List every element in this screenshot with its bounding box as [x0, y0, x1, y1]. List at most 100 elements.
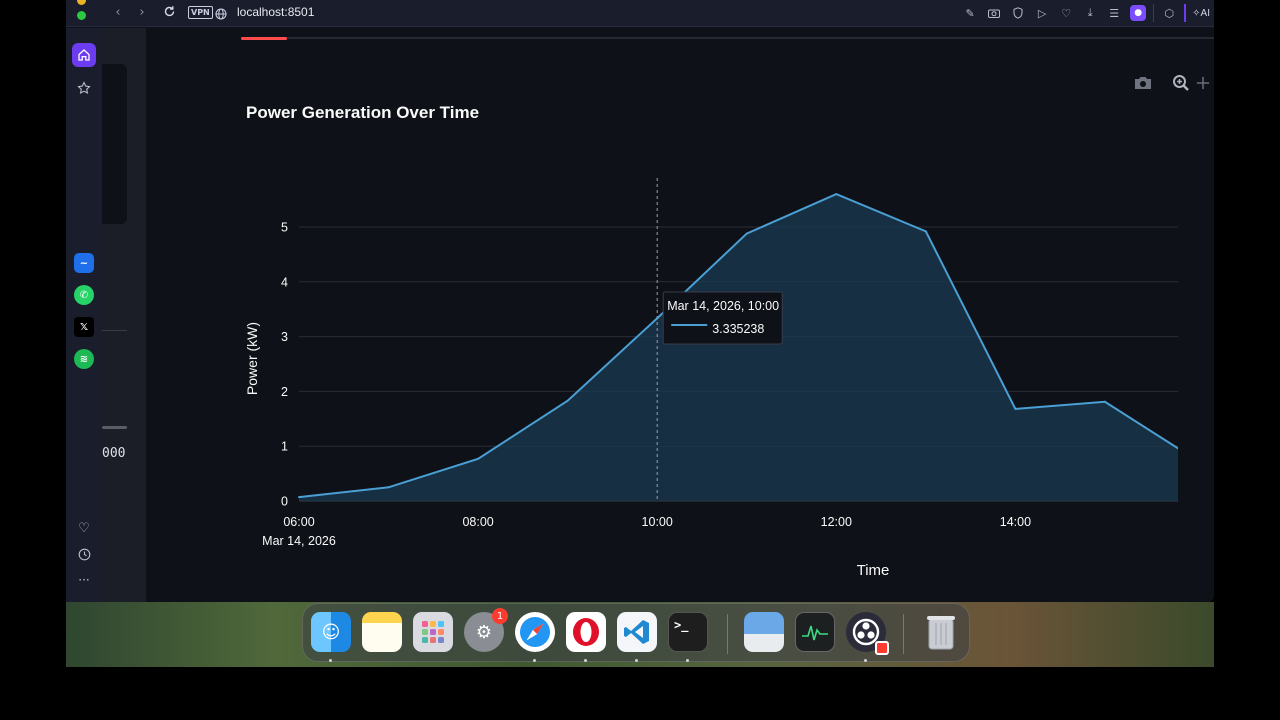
- globe-icon: [215, 5, 227, 20]
- data-point: [1103, 400, 1106, 403]
- screen: ‹ › VPN localhost:8501 ✎ ▷ ♡ ⤓ ☰ ● ⬡ ✧AI…: [0, 0, 1280, 720]
- running-indicator: [533, 659, 536, 662]
- home-icon: [78, 49, 90, 61]
- profile-icon[interactable]: ●: [1130, 5, 1147, 21]
- toolbar-icons: ✎ ▷ ♡ ⤓ ☰ ● ⬡ ✧AI: [958, 3, 1210, 23]
- pan-icon[interactable]: [1196, 72, 1210, 94]
- toolbar-divider: [1153, 4, 1155, 22]
- y-tick-label: 3: [281, 330, 288, 344]
- data-point: [477, 457, 480, 460]
- x-tick-label: 06:00: [283, 515, 314, 529]
- sidebar-item-spotify[interactable]: ≋: [72, 347, 96, 371]
- y-tick-label: 4: [281, 275, 288, 289]
- minimize-button[interactable]: [77, 0, 86, 5]
- sidebar-item-whatsapp[interactable]: ✆: [72, 283, 96, 307]
- vscode-icon[interactable]: [617, 612, 657, 652]
- macos-dock-area: ☺ ⚙ 1 >_: [66, 602, 1214, 667]
- data-point: [924, 230, 927, 233]
- sidebar-item-favorites[interactable]: [72, 76, 96, 100]
- more-icon: ···: [78, 573, 90, 587]
- ai-label: AI: [1200, 7, 1210, 19]
- dock-divider: [727, 614, 728, 654]
- address-bar[interactable]: localhost:8501: [237, 5, 314, 19]
- download-icon[interactable]: ⤓: [1078, 3, 1102, 23]
- y-axis-ticks: 0 1 2 3 4 5: [281, 221, 288, 509]
- toolbar-accent-divider: [1184, 4, 1187, 22]
- sidebar-item-history[interactable]: [72, 542, 96, 566]
- zoom-button[interactable]: [77, 11, 86, 20]
- data-point: [835, 193, 838, 196]
- camera-icon[interactable]: [982, 3, 1006, 23]
- browser-window: ‹ › VPN localhost:8501 ✎ ▷ ♡ ⤓ ☰ ● ⬡ ✧AI…: [66, 0, 1214, 602]
- safari-icon[interactable]: [515, 612, 555, 652]
- trash-icon[interactable]: [921, 612, 961, 652]
- play-icon[interactable]: ▷: [1030, 3, 1054, 23]
- spotify-icon: ≋: [74, 349, 94, 369]
- preview-icon[interactable]: [744, 612, 784, 652]
- edit-icon[interactable]: ✎: [958, 3, 982, 23]
- x-tick-label: 14:00: [1000, 515, 1031, 529]
- running-indicator: [329, 659, 332, 662]
- running-indicator: [686, 659, 689, 662]
- notification-badge: 1: [492, 608, 508, 624]
- opera-icon[interactable]: [566, 612, 606, 652]
- y-tick-label: 0: [281, 495, 288, 509]
- terminal-icon[interactable]: >_: [668, 612, 708, 652]
- reload-icon[interactable]: [161, 5, 177, 21]
- running-indicator: [635, 659, 638, 662]
- running-indicator: [584, 659, 587, 662]
- x-tick-label: 10:00: [642, 515, 673, 529]
- vpn-badge[interactable]: VPN: [188, 6, 213, 19]
- sidebar-item-heart[interactable]: ♡: [72, 516, 96, 540]
- star-icon: [77, 81, 91, 95]
- sidebar-item-x[interactable]: 𝕏: [72, 315, 96, 339]
- data-point: [745, 232, 748, 235]
- sidebar-item-more[interactable]: ···: [72, 568, 96, 592]
- tooltip-header: Mar 14, 2026, 10:00: [667, 299, 779, 313]
- messenger-icon: ~: [74, 253, 94, 273]
- sparkle-icon: ✧: [1192, 7, 1201, 19]
- x-axis-date-label: Mar 14, 2026: [262, 534, 336, 548]
- chart-plot[interactable]: 012345 06:0008:0010:0012:0014:0016:00 Ma…: [102, 28, 1178, 602]
- x-tick-label: 12:00: [821, 515, 852, 529]
- data-point: [298, 496, 300, 499]
- x-tick-label: 08:00: [462, 515, 493, 529]
- extension-cube-icon[interactable]: ⬡: [1157, 3, 1181, 23]
- y-tick-label: 1: [281, 440, 288, 454]
- dock: ☺ ⚙ 1 >_: [302, 603, 970, 662]
- y-axis-label: Power (kW): [244, 322, 260, 395]
- x-axis-ticks: 06:0008:0010:0012:0014:0016:00: [283, 515, 1031, 529]
- sidebar-item-home[interactable]: [72, 43, 96, 67]
- heart-icon: ♡: [78, 520, 90, 536]
- recording-indicator-icon: [875, 641, 889, 655]
- chart-area-layer: [298, 193, 1178, 501]
- dock-divider: [903, 614, 904, 654]
- data-point: [1014, 407, 1017, 410]
- obs-icon[interactable]: [846, 612, 889, 655]
- launchpad-icon[interactable]: [413, 612, 453, 652]
- menu-icon[interactable]: ☰: [1102, 3, 1126, 23]
- tooltip-value: 3.335238: [712, 322, 764, 336]
- data-point: [387, 486, 390, 489]
- x-axis-label: Time: [857, 562, 890, 579]
- sidebar-item-messenger[interactable]: ~: [72, 251, 96, 275]
- back-icon[interactable]: ‹: [110, 5, 126, 21]
- ai-button[interactable]: ✧AI: [1189, 8, 1210, 19]
- y-tick-label: 2: [281, 385, 288, 399]
- browser-toolbar: ‹ › VPN localhost:8501 ✎ ▷ ♡ ⤓ ☰ ● ⬡ ✧AI: [66, 0, 1214, 27]
- streamlit-page: 000 Power Generation Over Time 012345 06…: [102, 28, 1214, 602]
- notes-icon[interactable]: [362, 612, 402, 652]
- finder-icon[interactable]: ☺: [311, 612, 351, 652]
- browser-sidebar: ~ ✆ 𝕏 ≋ ♡ ···: [66, 28, 102, 602]
- y-tick-label: 5: [281, 221, 288, 235]
- shield-icon[interactable]: [1006, 3, 1030, 23]
- activity-monitor-icon[interactable]: [795, 612, 835, 652]
- x-icon: 𝕏: [74, 317, 94, 337]
- hover-tooltip: Mar 14, 2026, 10:00 3.335238: [662, 291, 783, 345]
- heart-icon[interactable]: ♡: [1054, 3, 1078, 23]
- data-point: [566, 399, 569, 402]
- whatsapp-icon: ✆: [74, 285, 94, 305]
- clock-icon: [78, 548, 90, 560]
- settings-icon[interactable]: ⚙ 1: [464, 608, 508, 652]
- forward-icon[interactable]: ›: [134, 5, 150, 21]
